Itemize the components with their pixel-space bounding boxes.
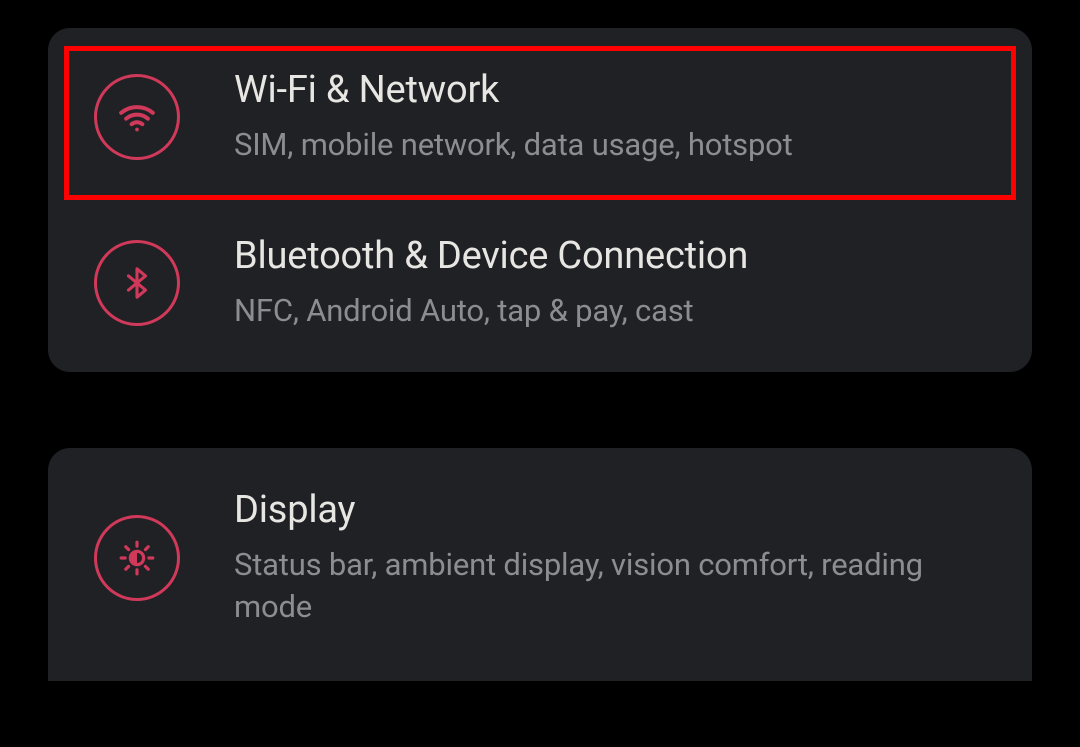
settings-title-display: Display (234, 488, 1002, 532)
settings-list: Wi-Fi & Network SIM, mobile network, dat… (0, 0, 1080, 681)
settings-card-display: Display Status bar, ambient display, vis… (48, 448, 1032, 682)
settings-card-network: Wi-Fi & Network SIM, mobile network, dat… (48, 28, 1032, 372)
settings-title-wifi: Wi-Fi & Network (234, 68, 793, 112)
icon-circle (94, 74, 180, 160)
bluetooth-icon (120, 266, 154, 300)
settings-text: Bluetooth & Device Connection NFC, Andro… (234, 234, 748, 332)
settings-item-bluetooth[interactable]: Bluetooth & Device Connection NFC, Andro… (48, 200, 1032, 366)
settings-subtitle-bluetooth: NFC, Android Auto, tap & pay, cast (234, 290, 748, 332)
wifi-icon (117, 97, 157, 137)
settings-item-display[interactable]: Display Status bar, ambient display, vis… (48, 454, 1032, 662)
icon-circle (94, 240, 180, 326)
settings-title-bluetooth: Bluetooth & Device Connection (234, 234, 748, 278)
brightness-icon (118, 539, 156, 577)
card-gap (48, 372, 1032, 448)
settings-text: Display Status bar, ambient display, vis… (234, 488, 1002, 628)
settings-item-wifi-network[interactable]: Wi-Fi & Network SIM, mobile network, dat… (48, 34, 1032, 200)
icon-circle (94, 515, 180, 601)
settings-subtitle-display: Status bar, ambient display, vision comf… (234, 544, 1002, 628)
settings-text: Wi-Fi & Network SIM, mobile network, dat… (234, 68, 793, 166)
settings-subtitle-wifi: SIM, mobile network, data usage, hotspot (234, 124, 793, 166)
